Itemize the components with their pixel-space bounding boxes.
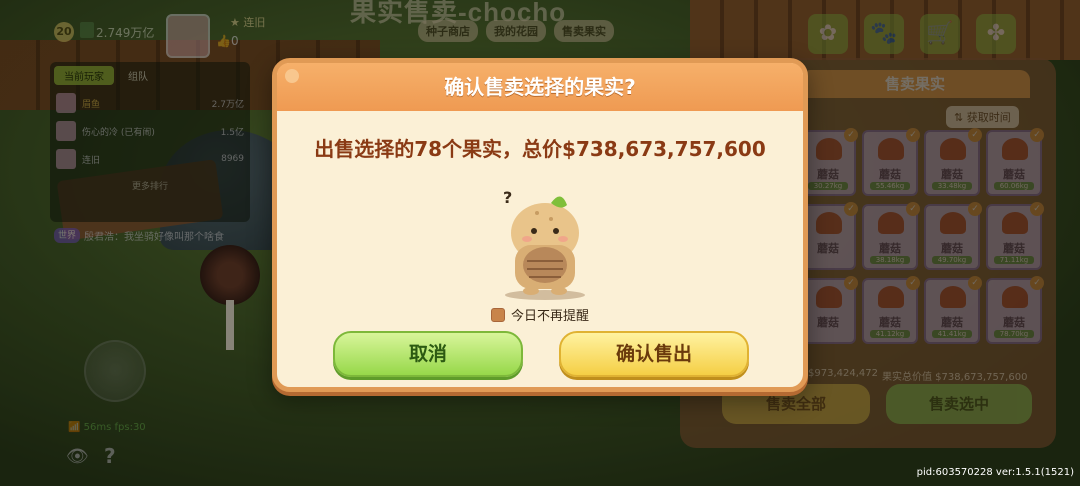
svg-text:?: ? [503,188,512,207]
dont-remind-today[interactable]: 今日不再提醒 [277,305,803,324]
confirm-sell-button[interactable]: 确认售出 [559,331,749,377]
reminder-label: 今日不再提醒 [510,309,589,324]
cancel-button[interactable]: 取消 [333,331,523,377]
version-info: pid:603570228 ver:1.5.1(1521) [916,467,1074,478]
potato-mascot-icon: ? [503,188,585,300]
confirm-sale-dialog: 确认售卖选择的果实? 出售选择的78个果实，总价$738,673,757,600… [272,58,808,392]
corner-ornament [285,69,299,83]
sale-summary-message: 出售选择的78个果实，总价$738,673,757,600 [314,137,766,161]
reminder-checkbox[interactable] [490,307,505,322]
dialog-title: 确认售卖选择的果实? [277,63,803,111]
